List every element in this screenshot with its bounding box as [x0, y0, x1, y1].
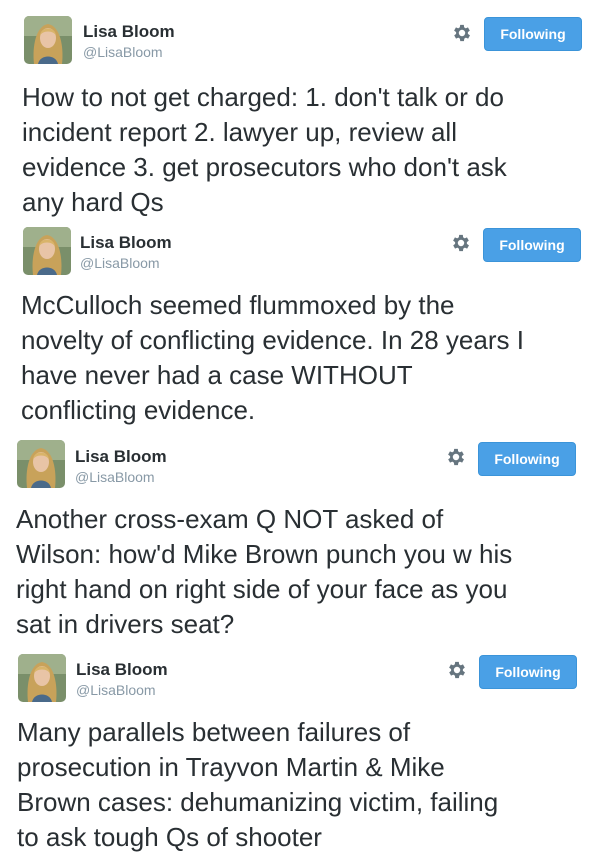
- user-handle[interactable]: @LisaBloom: [76, 681, 156, 699]
- avatar[interactable]: [24, 16, 72, 64]
- tweet-text: Many parallels between failures of prose…: [17, 717, 499, 852]
- avatar[interactable]: [17, 440, 65, 488]
- tweet-text: How to not get charged: 1. don't talk or…: [22, 82, 507, 217]
- user-handle[interactable]: @LisaBloom: [75, 468, 155, 486]
- following-button[interactable]: Following: [483, 228, 581, 262]
- user-name[interactable]: Lisa Bloom: [75, 447, 167, 467]
- user-handle[interactable]: @LisaBloom: [80, 254, 160, 272]
- gear-icon[interactable]: [450, 232, 472, 254]
- gear-icon[interactable]: [445, 446, 467, 468]
- user-handle[interactable]: @LisaBloom: [83, 43, 163, 61]
- avatar[interactable]: [23, 227, 71, 275]
- following-button[interactable]: Following: [478, 442, 576, 476]
- gear-icon[interactable]: [451, 22, 473, 44]
- tweet-text: Another cross-exam Q NOT asked of Wilson…: [16, 504, 513, 639]
- avatar[interactable]: [18, 654, 66, 702]
- tweet-text: McCulloch seemed flummoxed by the novelt…: [21, 290, 524, 425]
- following-button[interactable]: Following: [479, 655, 577, 689]
- following-button[interactable]: Following: [484, 17, 582, 51]
- gear-icon[interactable]: [446, 659, 468, 681]
- user-name[interactable]: Lisa Bloom: [83, 22, 175, 42]
- user-name[interactable]: Lisa Bloom: [76, 660, 168, 680]
- user-name[interactable]: Lisa Bloom: [80, 233, 172, 253]
